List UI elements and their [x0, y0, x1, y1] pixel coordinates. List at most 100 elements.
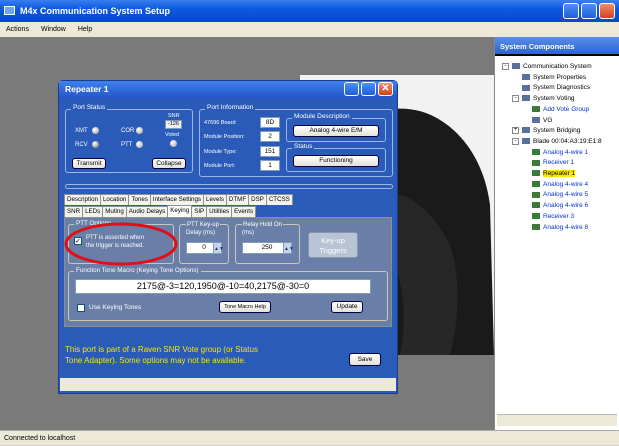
use-keying-tones-label: Use Keying Tones: [89, 304, 142, 311]
tree-item[interactable]: Add Vote Group: [532, 105, 589, 114]
function-tone-input[interactable]: 2175@-3=120,1950@-10=40,2175@-30=0: [75, 279, 371, 294]
function-tone-group: Function Tone Macro (Keying Tone Options…: [68, 267, 388, 321]
tree-node-icon: [532, 180, 540, 187]
tab-keying[interactable]: Keying: [167, 205, 193, 217]
save-button[interactable]: Save: [349, 353, 381, 366]
tab-description[interactable]: Description: [64, 194, 101, 205]
tree-item[interactable]: Receiver 1: [532, 158, 574, 167]
collapse-node-icon[interactable]: -: [512, 94, 519, 102]
tab-sip[interactable]: SIP: [191, 206, 208, 217]
module-port-label: Module Port:: [204, 163, 236, 169]
minimize-button[interactable]: [563, 3, 579, 19]
tree-node-icon: [522, 138, 530, 145]
tree-item[interactable]: Analog 4-wire 4: [532, 180, 588, 189]
tree-item[interactable]: Analog 4-wire 6: [532, 201, 588, 210]
tab-dsp[interactable]: DSP: [248, 194, 267, 205]
tree-item[interactable]: Analog 4-wire 5: [532, 190, 588, 199]
tab-tones[interactable]: Tones: [128, 194, 151, 205]
tab-audio-delays[interactable]: Audio Delays: [125, 206, 169, 217]
tree-item[interactable]: + System Bridging: [512, 126, 580, 135]
board-label: 47696 Board: [204, 120, 236, 126]
tree-item-label: Add Vote Group: [543, 105, 590, 113]
dialog-maximize-button[interactable]: [361, 82, 376, 96]
module-position-label: Module Position:: [204, 134, 245, 140]
module-port-value: 1: [260, 160, 280, 171]
system-components-panel: System Components - Communication System S…: [494, 37, 619, 430]
tree-item[interactable]: - System Voting: [512, 94, 575, 103]
expand-node-icon[interactable]: +: [512, 126, 519, 134]
maximize-button[interactable]: [581, 3, 597, 19]
relay-hold-value: 250: [261, 244, 273, 251]
menu-actions[interactable]: Actions: [0, 26, 35, 33]
tree-item[interactable]: System Properties: [522, 73, 586, 82]
port-information-group: Port Information 47696 Board 8D Module P…: [199, 104, 393, 177]
tree-item[interactable]: Repeater 1: [532, 169, 576, 178]
collapse-button[interactable]: Collapse: [152, 158, 186, 169]
dialog-status-strip: [60, 378, 396, 391]
module-description-group: Module Description Analog 4-wire E/M: [286, 113, 386, 142]
collapse-node-icon[interactable]: -: [502, 62, 509, 70]
board-value: 8D: [260, 117, 280, 128]
tree-item[interactable]: - Blade 00:04:A3:19:E1:8: [512, 137, 602, 146]
tree-item[interactable]: System Diagnostics: [522, 83, 590, 92]
highlight-circle: [64, 222, 178, 266]
dialog-close-button[interactable]: ✕: [378, 82, 393, 96]
tab-snr[interactable]: SNR: [64, 206, 84, 217]
ptt-keyup-delay-value: 0: [202, 244, 206, 251]
use-keying-tones-checkbox[interactable]: [77, 304, 85, 312]
tone-macro-help-button[interactable]: Tone Macro Help: [219, 301, 271, 313]
tree-item-label: System Properties: [533, 73, 587, 81]
tree-item-label: System Diagnostics: [533, 84, 591, 92]
update-button[interactable]: Update: [331, 301, 363, 313]
status-bar: Connected to localhost: [0, 430, 619, 445]
tree-node-icon: [522, 73, 530, 80]
module-type-value: 151: [260, 146, 280, 157]
horizontal-scrollbar[interactable]: [497, 414, 617, 426]
tree-item-label: Receiver 1: [543, 159, 575, 167]
menu-bar: Actions Window Help: [0, 22, 619, 37]
tree-node-icon: [532, 191, 540, 198]
keyup-triggers-button[interactable]: Key-up Triggers: [308, 232, 358, 258]
tab-muting[interactable]: Muting: [102, 206, 127, 217]
tree-item[interactable]: VG: [532, 116, 552, 125]
tree-node-icon: [532, 148, 540, 155]
tab-location[interactable]: Location: [99, 194, 130, 205]
spinner-icon[interactable]: ▲▼: [213, 243, 224, 253]
tab-levels[interactable]: Levels: [203, 194, 227, 205]
tree-item[interactable]: - Communication System: [502, 62, 592, 71]
snr-value: -126: [165, 120, 182, 129]
ptt-indicator-icon: [136, 141, 143, 148]
tree-item[interactable]: Analog 4-wire 8: [532, 223, 588, 232]
collapse-node-icon[interactable]: -: [512, 137, 519, 145]
spinner-icon[interactable]: ▲▼: [283, 243, 294, 253]
ptt-keyup-delay-input[interactable]: 0 ▲▼: [186, 242, 224, 254]
transmit-button[interactable]: Transmit: [72, 158, 106, 169]
keying-tab-panel: PTT Options ✓ PTT is asserted when the t…: [64, 217, 392, 327]
rcv-label: RCV: [75, 142, 88, 148]
tab-dtmf[interactable]: DTMF: [225, 194, 250, 205]
close-button[interactable]: [599, 3, 615, 19]
tree-item[interactable]: Analog 4-wire 1: [532, 148, 588, 157]
tree-item[interactable]: Receiver 3: [532, 212, 574, 221]
tree-item-label: Analog 4-wire 1: [543, 148, 589, 156]
cor-indicator-icon: [136, 127, 143, 134]
tab-ctcss[interactable]: CTCSS: [265, 194, 293, 205]
voted-label: Voted: [165, 132, 180, 138]
tab-row-1: Description Location Tones Interface Settin…: [64, 194, 293, 205]
dialog-minimize-button[interactable]: [344, 82, 359, 96]
menu-window[interactable]: Window: [35, 26, 72, 33]
panel-title: System Components: [495, 37, 619, 56]
tab-events[interactable]: Events: [231, 206, 257, 217]
tab-interface-settings[interactable]: Interface Settings: [149, 194, 205, 205]
tab-row-2: SNR LEDs Muting Audio Delays Keying SIP Utilit…: [64, 205, 257, 217]
relay-hold-input[interactable]: 250 ▲▼: [242, 242, 294, 254]
tree-node-icon: [532, 170, 540, 177]
status-label: Status: [292, 143, 315, 150]
tab-utilities[interactable]: Utilities: [206, 206, 233, 217]
ptt-label: PTT: [121, 142, 133, 148]
menu-help[interactable]: Help: [72, 26, 98, 33]
port-status-label: Port Status: [71, 104, 108, 111]
tree-item-label: Analog 4-wire 8: [543, 223, 589, 231]
tab-leds[interactable]: LEDs: [82, 206, 104, 217]
tree-item-label: VG: [543, 116, 553, 124]
